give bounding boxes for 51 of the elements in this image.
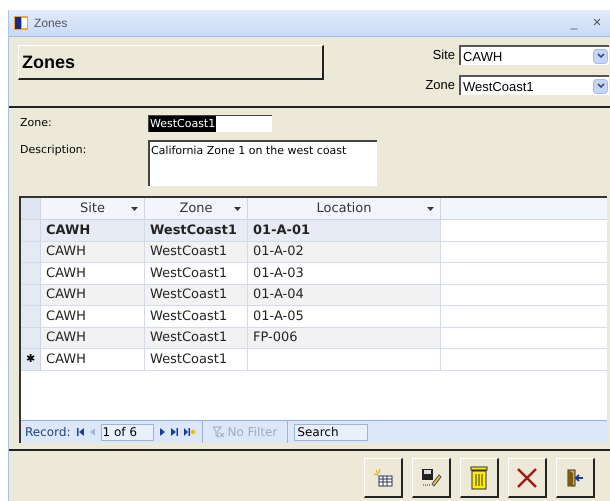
row-selector[interactable]: ✱ <box>21 349 41 370</box>
first-record-icon[interactable] <box>76 428 84 436</box>
filter-icon <box>212 426 225 438</box>
column-header[interactable]: Site <box>41 198 145 219</box>
site-dropdown[interactable]: CAWH <box>459 45 609 65</box>
table-cell: CAWH <box>41 328 145 348</box>
close-icon <box>515 466 539 490</box>
table-cell: 01-A-04 <box>248 284 441 305</box>
field-label: Zone <box>425 76 455 94</box>
table-cell: CAWH <box>41 220 145 240</box>
toolbar-button[interactable] <box>556 458 595 498</box>
search-field[interactable]: Search <box>294 424 368 440</box>
last-record-icon[interactable] <box>170 428 178 436</box>
new-record-icon <box>373 468 393 488</box>
app-logo-icon <box>13 15 29 31</box>
window-title: Zones <box>34 15 68 32</box>
table-cell: WestCoast1 <box>145 242 248 262</box>
zone-input[interactable]: WestCoast1 <box>148 115 272 132</box>
table-cell: WestCoast1 <box>145 284 248 305</box>
table-cell: 01-A-01 <box>248 220 441 240</box>
table-cell: FP-006 <box>248 328 441 348</box>
trash-icon <box>470 466 488 490</box>
column-header[interactable]: Location <box>248 198 441 219</box>
save-edit-icon <box>420 466 442 488</box>
field-label: Description: <box>20 142 88 158</box>
sort-caret-icon <box>427 207 434 211</box>
table-cell: CAWH <box>41 284 145 305</box>
exit-door-icon <box>565 468 585 488</box>
zone-dropdown[interactable]: WestCoast1 <box>459 75 609 95</box>
toolbar-button[interactable] <box>508 458 547 498</box>
toolbar-button[interactable] <box>412 458 451 498</box>
new-record-icon: ✱ <box>26 351 35 368</box>
toolbar-button[interactable] <box>364 458 403 498</box>
record-position-field[interactable]: 1 of 6 <box>100 424 154 440</box>
column-header[interactable]: Zone <box>145 198 248 219</box>
table-cell: CAWH <box>41 242 145 262</box>
field-label: Site <box>432 46 455 64</box>
table-cell: 01-A-02 <box>248 242 441 262</box>
toolbar-button[interactable] <box>460 458 499 498</box>
description-input[interactable]: California Zone 1 on the west coast <box>148 140 377 186</box>
table-cell: WestCoast1 <box>145 328 248 348</box>
next-record-icon[interactable] <box>160 428 165 436</box>
form-title: Zones <box>18 45 324 80</box>
sort-caret-icon <box>131 207 138 211</box>
table-cell: WestCoast1 <box>145 220 248 240</box>
minimize-button[interactable]: _ <box>565 14 583 32</box>
new-record-nav-icon[interactable] <box>184 428 196 436</box>
sort-caret-icon <box>234 207 241 211</box>
close-button[interactable]: × <box>588 12 606 34</box>
field-label: Zone: <box>20 115 53 132</box>
navigator-label: Record: <box>25 424 71 441</box>
